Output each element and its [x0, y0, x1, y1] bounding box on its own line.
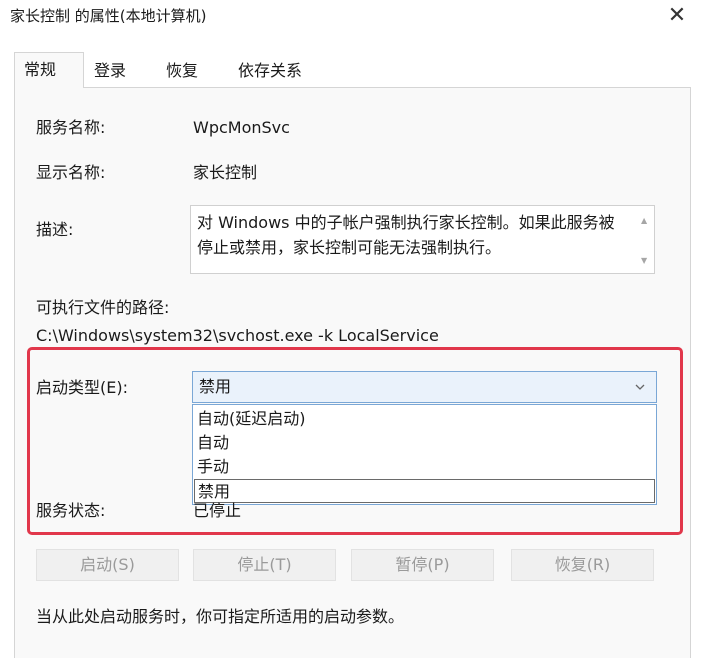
description-scrollbar[interactable]: ▲ ▼ [636, 206, 654, 273]
description-text: 对 Windows 中的子帐户强制执行家长控制。如果此服务被停止或禁用，家长控制… [197, 213, 615, 257]
startup-type-select[interactable]: 禁用 [192, 371, 657, 403]
window-title: 家长控制 的属性(本地计算机) [10, 7, 207, 25]
service-name-label: 服务名称: [36, 118, 106, 137]
option-manual[interactable]: 手动 [194, 455, 655, 479]
resume-button[interactable]: 恢复(R) [511, 549, 654, 581]
service-name-value: WpcMonSvc [193, 118, 290, 137]
scroll-up-icon[interactable]: ▲ [641, 216, 647, 225]
exe-path-value: C:\Windows\system32\svchost.exe -k Local… [36, 326, 439, 345]
stop-button[interactable]: 停止(T) [193, 549, 336, 581]
close-button[interactable]: ✕ [665, 5, 689, 29]
close-icon: ✕ [667, 3, 687, 28]
startup-type-selected-value: 禁用 [199, 377, 232, 396]
tab-dependencies[interactable]: 依存关系 [238, 60, 302, 82]
tab-recovery[interactable]: 恢复 [166, 60, 198, 82]
tab-label: 常规 [24, 60, 57, 79]
startup-type-dropdown-list: 自动(延迟启动) 自动 手动 禁用 [192, 404, 657, 505]
option-auto[interactable]: 自动 [194, 431, 655, 455]
startup-type-label: 启动类型(E): [36, 378, 128, 397]
hint-text: 当从此处启动服务时，你可指定所适用的启动参数。 [36, 607, 405, 626]
service-status-value: 已停止 [193, 501, 242, 520]
service-status-label: 服务状态: [36, 501, 106, 520]
exe-path-label: 可执行文件的路径: [36, 298, 170, 317]
display-name-label: 显示名称: [36, 163, 106, 182]
start-button[interactable]: 启动(S) [36, 549, 179, 581]
title-bar: 家长控制 的属性(本地计算机) ✕ [0, 0, 709, 34]
option-disabled[interactable]: 禁用 [194, 479, 655, 503]
chevron-down-icon [635, 384, 645, 390]
option-auto-delayed[interactable]: 自动(延迟启动) [194, 407, 655, 431]
tab-logon[interactable]: 登录 [94, 60, 126, 82]
display-name-value: 家长控制 [193, 163, 258, 182]
description-box[interactable]: 对 Windows 中的子帐户强制执行家长控制。如果此服务被停止或禁用，家长控制… [190, 205, 655, 274]
description-label: 描述: [36, 220, 74, 239]
pause-button[interactable]: 暂停(P) [351, 549, 494, 581]
scroll-down-icon[interactable]: ▼ [641, 256, 647, 265]
tab-general[interactable]: 常规 [14, 52, 84, 88]
